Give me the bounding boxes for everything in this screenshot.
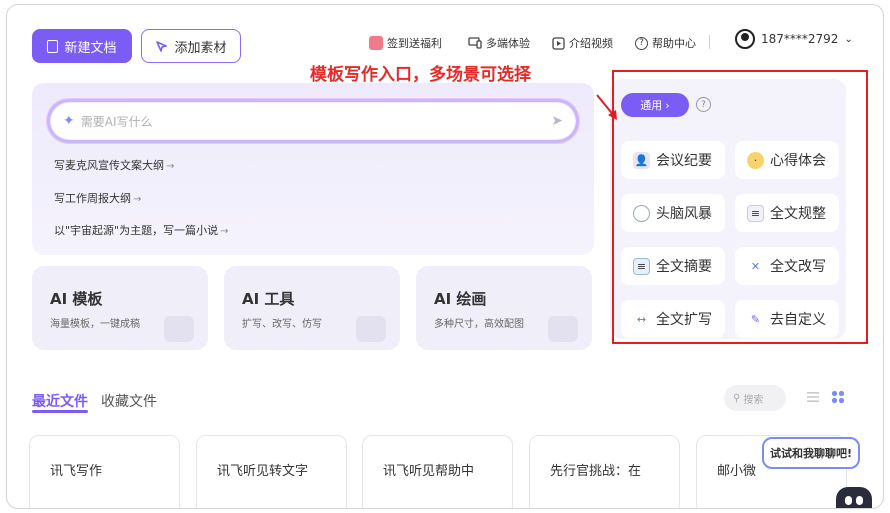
add-material-label: 添加素材 <box>174 40 227 56</box>
assistant-chat-bubble[interactable]: 试试和我聊聊吧! <box>762 437 860 469</box>
card-title: AI 模板 <box>50 290 103 308</box>
card-title: AI 工具 <box>242 290 295 308</box>
annotation-arrow-icon <box>596 94 617 120</box>
nav-intro-video-label: 介绍视频 <box>569 37 613 50</box>
document-icon <box>47 39 59 53</box>
file-search-input[interactable]: ⚲ 搜索 <box>724 385 786 411</box>
user-menu[interactable]: 187****2792 ⌄ <box>735 29 853 49</box>
suggestion-item[interactable]: 写麦克风宣传文案大纲 → <box>54 157 174 173</box>
list-view-icon[interactable] <box>806 390 820 404</box>
file-search-placeholder: 搜索 <box>743 394 764 406</box>
tab-recent-files[interactable]: 最近文件 <box>32 391 88 411</box>
nav-multi-device[interactable]: 多端体验 <box>468 35 530 51</box>
active-tab-indicator <box>32 410 88 413</box>
arrow-right-icon: → <box>133 194 142 205</box>
suggestion-item[interactable]: 写工作周报大纲 → <box>54 190 141 206</box>
file-card[interactable]: 讯飞写作 <box>29 435 180 508</box>
chevron-down-icon: ⌄ <box>844 33 853 45</box>
nav-multi-device-label: 多端体验 <box>486 37 530 50</box>
nav-help-center-label: 帮助中心 <box>652 37 696 50</box>
new-document-label: 新建文档 <box>64 40 117 56</box>
grid-view-icon[interactable] <box>831 390 845 404</box>
user-phone: 187****2792 <box>761 32 839 46</box>
new-document-button[interactable]: 新建文档 <box>32 29 132 63</box>
send-icon[interactable]: ➤ <box>551 113 563 129</box>
file-card[interactable]: 讯飞听见帮助中 <box>362 435 513 508</box>
tools-icon <box>356 316 386 342</box>
nav-checkin[interactable]: 签到送福利 <box>369 35 442 51</box>
ai-prompt-input[interactable]: ✦ 需要AI写什么 ➤ <box>49 101 577 141</box>
devices-icon <box>468 37 482 49</box>
help-circle-icon: ? <box>635 36 648 50</box>
assistant-robot-icon[interactable] <box>836 487 872 508</box>
ai-prompt-placeholder: 需要AI写什么 <box>80 114 153 129</box>
nav-checkin-label: 签到送福利 <box>387 37 442 50</box>
suggestion-text: 以"宇宙起源"为主题，写一篇小说 <box>54 224 219 237</box>
annotation-text: 模板写作入口，多场景可选择 <box>310 65 531 85</box>
file-title: 讯飞写作 <box>50 464 103 479</box>
arrow-right-icon: → <box>220 226 229 237</box>
cursor-icon <box>156 40 168 52</box>
card-ai-drawing[interactable]: AI 绘画 多种尺寸，高效配图 <box>416 266 592 350</box>
card-title: AI 绘画 <box>434 290 487 308</box>
file-title: 讯飞听见帮助中 <box>383 464 475 479</box>
video-icon <box>552 36 565 50</box>
sparkle-icon: ✦ <box>63 113 75 129</box>
file-title: 讯飞听见转文字 <box>217 464 309 479</box>
file-title: 先行官挑战：在 <box>550 464 642 479</box>
search-icon: ⚲ <box>733 392 741 404</box>
arrow-right-icon: → <box>166 161 175 172</box>
app-window: 新建文档 添加素材 签到送福利 多端体验 介绍视频 ? 帮助中心 187****… <box>6 4 884 509</box>
nav-help-center[interactable]: ? 帮助中心 <box>635 35 696 51</box>
gift-icon <box>369 36 383 50</box>
annotation-highlight-box <box>612 70 868 344</box>
avatar <box>735 29 755 49</box>
nav-intro-video[interactable]: 介绍视频 <box>552 35 613 51</box>
card-ai-template[interactable]: AI 模板 海量模板，一键成稿 <box>32 266 208 350</box>
file-card[interactable]: 讯飞听见转文字 <box>196 435 347 508</box>
card-ai-tools[interactable]: AI 工具 扩写、改写、仿写 <box>224 266 400 350</box>
suggestion-text: 写工作周报大纲 <box>54 192 131 205</box>
image-icon <box>548 316 578 342</box>
add-material-button[interactable]: 添加素材 <box>141 29 241 63</box>
nav-divider <box>709 35 710 49</box>
file-card[interactable]: 先行官挑战：在 <box>529 435 680 508</box>
template-icon <box>164 316 194 342</box>
file-title: 邮小微 <box>717 464 757 479</box>
suggestion-item[interactable]: 以"宇宙起源"为主题，写一篇小说 → <box>54 222 229 238</box>
suggestion-text: 写麦克风宣传文案大纲 <box>54 159 164 172</box>
tab-favorite-files[interactable]: 收藏文件 <box>101 391 157 411</box>
